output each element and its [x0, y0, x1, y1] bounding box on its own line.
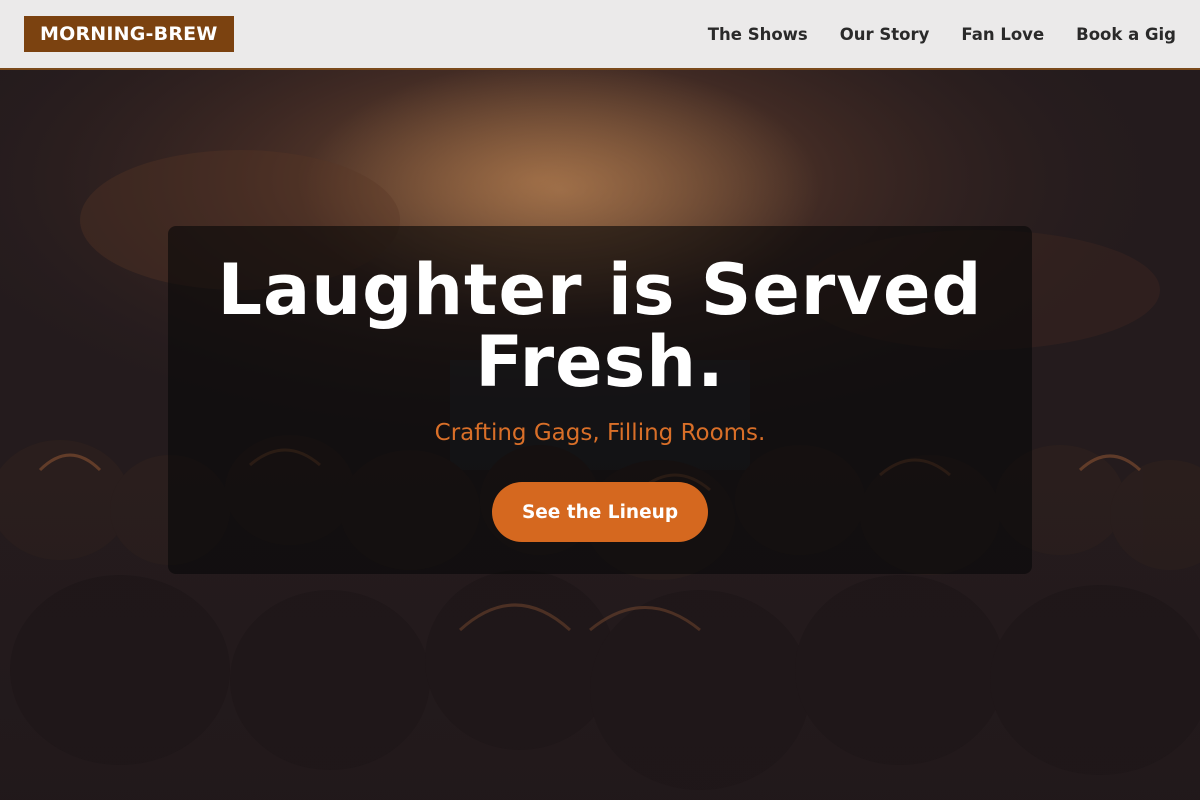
- hero-title: Laughter is Served Fresh.: [217, 249, 983, 403]
- nav-link-the-shows[interactable]: The Shows: [708, 25, 808, 44]
- nav-link-our-story[interactable]: Our Story: [840, 25, 930, 44]
- nav-link-book-a-gig[interactable]: Book a Gig: [1076, 25, 1176, 44]
- page: MORNING-BREW The Shows Our Story Fan Lov…: [0, 0, 1200, 800]
- nav-link-fan-love[interactable]: Fan Love: [961, 25, 1044, 44]
- site-header: MORNING-BREW The Shows Our Story Fan Lov…: [0, 0, 1200, 70]
- main-nav: The Shows Our Story Fan Love Book a Gig: [708, 25, 1176, 44]
- brand-logo[interactable]: MORNING-BREW: [24, 16, 234, 52]
- see-lineup-button[interactable]: See the Lineup: [492, 482, 708, 542]
- hero-subtitle: Crafting Gags, Filling Rooms.: [434, 420, 766, 446]
- hero-card: Laughter is Served Fresh. Crafting Gags,…: [168, 226, 1032, 574]
